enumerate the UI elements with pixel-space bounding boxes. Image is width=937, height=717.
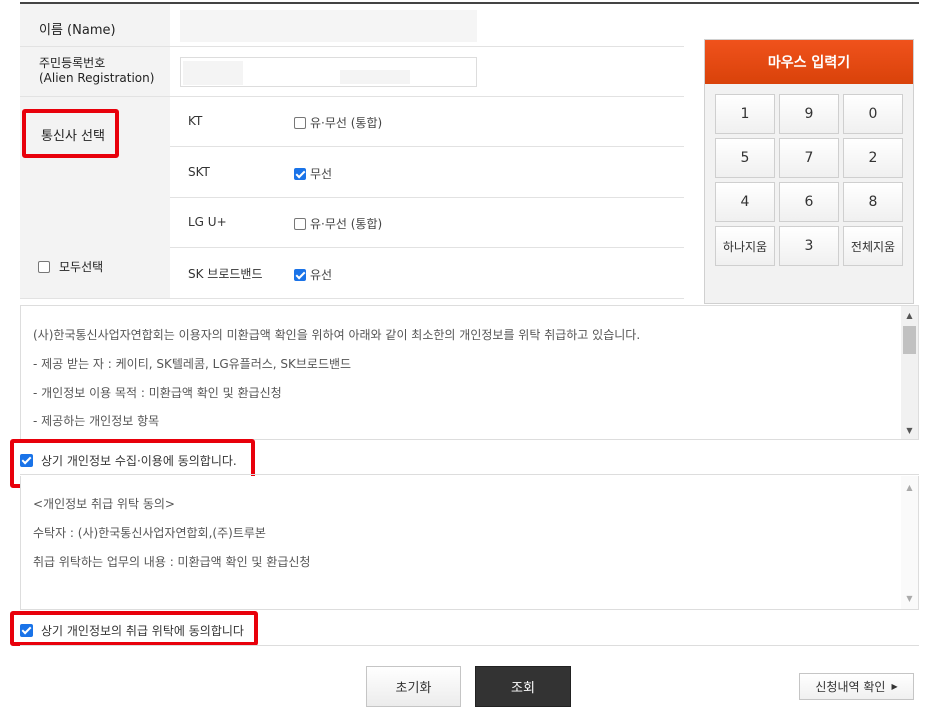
terms-line: 취급 위탁하는 업무의 내용 : 미환급액 확인 및 환급신청 [33,555,311,569]
keypad-key[interactable]: 7 [779,138,839,178]
keypad-key[interactable]: 0 [843,94,903,134]
scrollbar[interactable]: ▲ ▼ [901,476,918,609]
registration-value-blurred [340,70,410,84]
terms-line: (사)한국통신사업자연합회는 이용자의 미환급액 확인을 위하여 아래와 같이 … [33,328,641,342]
keypad-title: 마우스 입력기 [705,40,913,84]
row-divider [170,247,684,248]
search-button[interactable]: 조회 [475,666,571,707]
registration-label-en: (Alien Registration) [39,71,155,85]
scroll-up-icon[interactable]: ▲ [901,480,918,494]
terms-line: 수탁자 : (사)한국통신사업자연합회,(주)트루본 [33,526,266,540]
scroll-thumb[interactable] [903,326,916,354]
carrier-name-skt: SKT [188,165,210,179]
keypad-key[interactable]: 6 [779,182,839,222]
carrier-name-kt: KT [188,114,203,128]
keypad-key[interactable]: 3 [779,226,839,266]
terms-line: <개인정보 취급 위탁 동의> [33,497,175,511]
row-divider [20,298,684,299]
mouse-keypad: 마우스 입력기 1 9 0 5 7 2 4 6 8 하나지움 3 전체지움 [704,39,914,304]
scroll-down-icon[interactable]: ▼ [901,423,918,437]
keypad-delete-all-button[interactable]: 전체지움 [843,226,903,266]
row-divider [170,146,684,147]
checkbox-checked-icon[interactable] [294,268,306,281]
checkbox-icon[interactable] [38,260,50,273]
carrier-option-skt[interactable]: 무선 [294,165,332,182]
carrier-name-lgu: LG U+ [188,215,227,229]
highlight-box [22,109,119,158]
terms-line: - 개인정보 이용 목적 : 미환급액 확인 및 환급신청 [33,386,282,400]
history-button[interactable]: 신청내역 확인 ▶ [799,673,914,700]
row-divider [20,96,684,97]
divider [20,645,919,646]
reset-button[interactable]: 초기화 [366,666,461,707]
terms-line: - 제공하는 개인정보 항목 [33,414,160,428]
keypad-key[interactable]: 1 [715,94,775,134]
keypad-key[interactable]: 4 [715,182,775,222]
scroll-up-icon[interactable]: ▲ [901,308,918,322]
scroll-down-icon[interactable]: ▼ [901,591,918,605]
row-divider [170,197,684,198]
terms-collection-box[interactable]: (사)한국통신사업자연합회는 이용자의 미환급액 확인을 위하여 아래와 같이 … [20,305,919,440]
terms-line: - 제공 받는 자 : 케이티, SK텔레콤, LG유플러스, SK브로드밴드 [33,357,352,371]
triangle-right-icon: ▶ [891,682,898,691]
carrier-option-kt[interactable]: 유·무선 (통합) [294,114,382,131]
scrollbar[interactable]: ▲ ▼ [901,306,918,439]
input-form: 이름 (Name) 주민등록번호 (Alien Registration) KT… [20,4,684,299]
registration-label: 주민등록번호 (Alien Registration) [39,56,154,86]
keypad-key[interactable]: 2 [843,138,903,178]
divider [20,474,919,475]
terms-consignment-box[interactable]: <개인정보 취급 위탁 동의> 수탁자 : (사)한국통신사업자연합회,(주)트… [20,476,919,610]
keypad-key[interactable]: 5 [715,138,775,178]
name-value-blurred [180,10,477,42]
checkbox-icon[interactable] [294,217,306,230]
history-button-label: 신청내역 확인 [815,680,886,694]
highlight-box [10,611,258,646]
keypad-key[interactable]: 9 [779,94,839,134]
checkbox-icon[interactable] [294,116,306,129]
select-all-checkbox[interactable]: 모두선택 [38,258,103,275]
keypad-key[interactable]: 8 [843,182,903,222]
registration-value-blurred [183,61,243,85]
carrier-name-skbroadband: SK 브로드밴드 [188,267,263,281]
carrier-option-skbroadband[interactable]: 유선 [294,266,332,283]
checkbox-checked-icon[interactable] [294,167,306,180]
carrier-option-lgu[interactable]: 유·무선 (통합) [294,215,382,232]
registration-label-ko: 주민등록번호 [39,56,106,70]
name-label: 이름 (Name) [39,23,116,38]
row-divider [20,46,684,47]
keypad-delete-one-button[interactable]: 하나지움 [715,226,775,266]
